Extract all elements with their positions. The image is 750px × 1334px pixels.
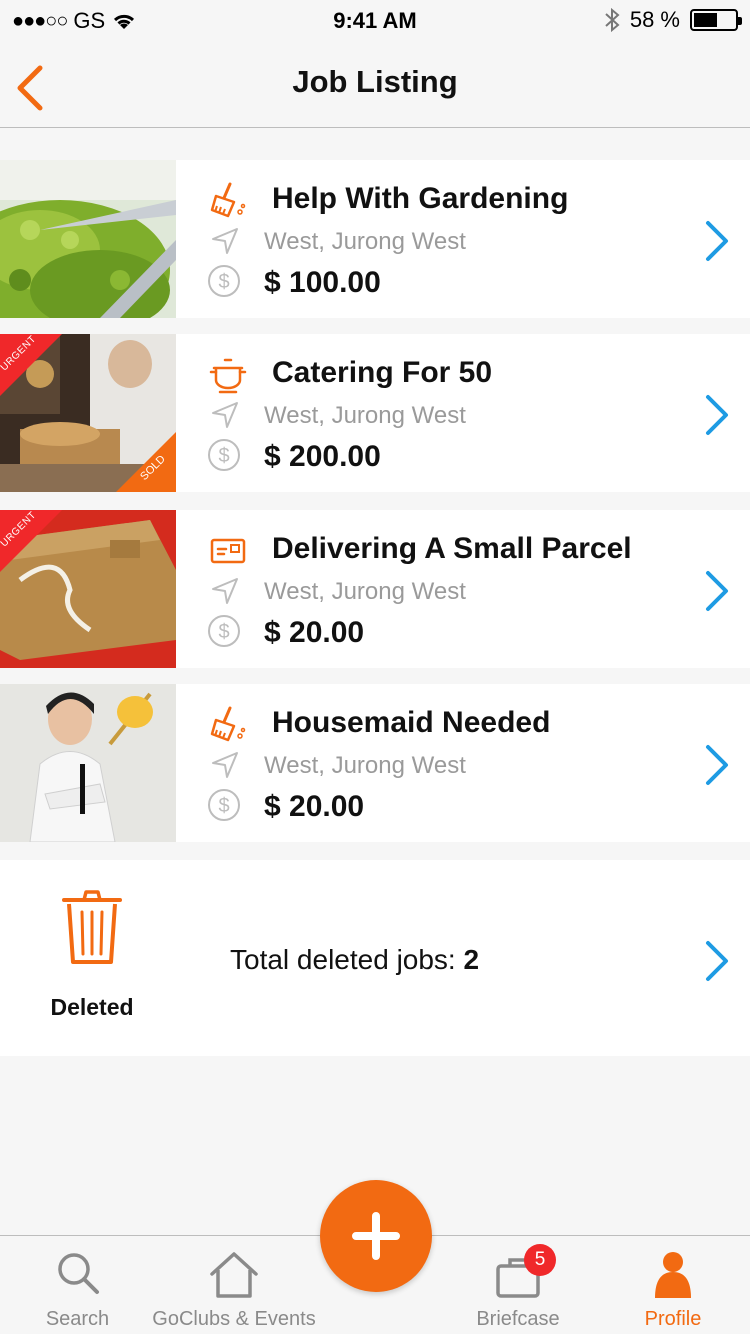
- bluetooth-icon: [605, 8, 620, 32]
- deleted-count-value: 2: [463, 944, 480, 975]
- page-title: Job Listing: [292, 64, 458, 99]
- profile-icon: [655, 1252, 691, 1298]
- tab-briefcase[interactable]: Briefcase: [440, 1236, 596, 1334]
- svg-text:$: $: [218, 445, 229, 467]
- dollar-icon: $: [207, 438, 241, 472]
- dollar-icon: $: [207, 614, 241, 648]
- chevron-right-icon[interactable]: [704, 394, 730, 436]
- deleted-jobs-row[interactable]: Deleted Total deleted jobs: 2: [0, 860, 750, 1056]
- battery-percent: 58 %: [629, 7, 680, 32]
- job-price: $ 20.00: [264, 790, 365, 823]
- chevron-right-icon[interactable]: [704, 940, 730, 982]
- job-price: $ 200.00: [264, 440, 381, 473]
- job-price: $ 20.00: [264, 616, 365, 649]
- battery-fill: [694, 13, 717, 27]
- deleted-count-text: Total deleted jobs: 2: [230, 944, 479, 976]
- job-card[interactable]: URGENT Delivering A Small Parcel West, J…: [0, 510, 750, 668]
- tab-profile[interactable]: Profile: [596, 1236, 750, 1334]
- job-location: West, Jurong West: [264, 578, 466, 605]
- job-location: West, Jurong West: [264, 752, 466, 779]
- job-card[interactable]: URGENT SOLD Catering For 50 West, Jurong…: [0, 334, 750, 492]
- svg-text:$: $: [218, 621, 229, 643]
- tab-label: Profile: [644, 1308, 702, 1330]
- job-title: Catering For 50: [272, 356, 493, 389]
- job-title: Delivering A Small Parcel: [272, 532, 632, 565]
- deleted-count-label: Total deleted jobs:: [230, 944, 464, 975]
- chevron-right-icon[interactable]: [704, 220, 730, 262]
- battery-icon: [690, 9, 742, 31]
- trash-icon: [60, 888, 124, 968]
- svg-text:$: $: [218, 271, 229, 293]
- chevron-right-icon[interactable]: [704, 570, 730, 612]
- location-icon: [210, 226, 240, 256]
- plus-icon: [352, 1212, 400, 1260]
- job-title: Help With Gardening: [272, 182, 569, 215]
- job-card[interactable]: Help With Gardening West, Jurong West $ …: [0, 160, 750, 318]
- job-location: West, Jurong West: [264, 402, 466, 429]
- job-price: $ 100.00: [264, 266, 381, 299]
- location-icon: [210, 576, 240, 606]
- tab-label: Briefcase: [476, 1308, 560, 1330]
- status-bar: ●●●○○ GS 9:41 AM 58 %: [0, 0, 750, 40]
- deleted-label: Deleted: [50, 994, 134, 1020]
- dollar-icon: $: [207, 264, 241, 298]
- job-thumbnail: URGENT: [0, 510, 176, 668]
- job-thumbnail: [0, 160, 176, 318]
- svg-text:$: $: [218, 795, 229, 817]
- chevron-right-icon[interactable]: [704, 744, 730, 786]
- location-icon: [210, 400, 240, 430]
- location-icon: [210, 750, 240, 780]
- dollar-icon: $: [207, 788, 241, 822]
- tab-label: Search: [45, 1308, 110, 1330]
- job-location: West, Jurong West: [264, 228, 466, 255]
- home-icon: [210, 1252, 258, 1298]
- add-job-button[interactable]: [320, 1180, 432, 1292]
- tab-label: GoClubs & Events: [152, 1308, 316, 1330]
- parcel-icon: [208, 530, 248, 570]
- broom-icon: [208, 704, 248, 744]
- job-title: Housemaid Needed: [272, 706, 551, 739]
- job-thumbnail: URGENT SOLD: [0, 334, 176, 492]
- tab-goclubs-events[interactable]: GoClubs & Events: [140, 1236, 328, 1334]
- job-card[interactable]: Housemaid Needed West, Jurong West $ $ 2…: [0, 684, 750, 842]
- notification-badge: 5: [524, 1244, 556, 1276]
- nav-bar: Job Listing: [0, 40, 750, 128]
- search-icon: [57, 1253, 99, 1294]
- job-thumbnail: [0, 684, 176, 842]
- broom-icon: [208, 180, 248, 220]
- status-right: 58 %: [604, 7, 742, 33]
- tab-search[interactable]: Search: [0, 1236, 155, 1334]
- pot-icon: [208, 354, 248, 394]
